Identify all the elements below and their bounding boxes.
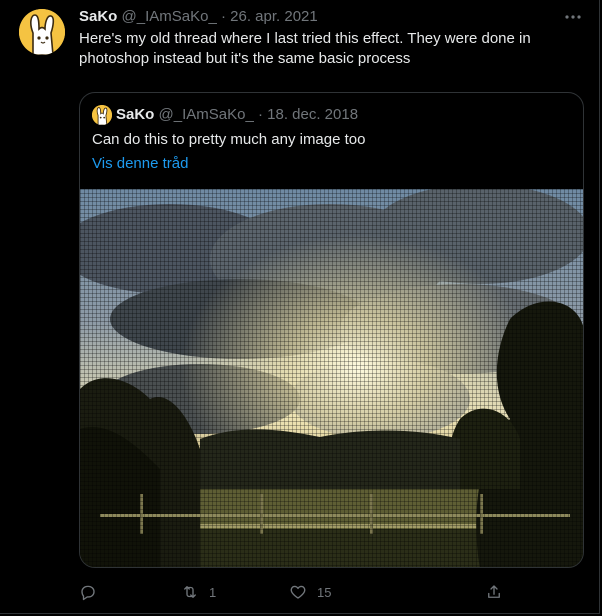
rabbit-avatar-icon (19, 9, 65, 55)
retweet-count: 1 (209, 584, 217, 600)
reply-button[interactable] (79, 580, 107, 604)
quoted-author-handle: @_IAmSaKo_ (158, 106, 254, 123)
retweet-icon (184, 586, 196, 598)
header-separator: · (220, 8, 226, 25)
more-dots-icon (565, 15, 581, 19)
like-button[interactable]: 15 (289, 580, 331, 604)
tweet-text: Here's my old thread where I last tried … (79, 30, 531, 67)
share-button[interactable] (485, 580, 503, 604)
more-options-button[interactable] (563, 8, 583, 26)
tweet-header: SaKo @_IAmSaKo_ · 26. apr. 2021 (79, 8, 318, 26)
show-thread-link[interactable]: Vis denne tråd (92, 154, 188, 174)
rabbit-avatar-icon (92, 105, 112, 125)
share-icon (488, 585, 500, 598)
author-display-name[interactable]: SaKo (79, 8, 117, 25)
quoted-author-avatar (92, 105, 112, 125)
retweet-button[interactable]: 1 (181, 580, 216, 604)
heart-icon (290, 585, 306, 599)
quoted-tweet-header: SaKo @_IAmSaKo_ · 18. dec. 2018 (116, 106, 358, 124)
author-handle[interactable]: @_IAmSaKo_ (122, 8, 217, 25)
quoted-tweet[interactable]: SaKo @_IAmSaKo_ · 18. dec. 2018 Can do t… (79, 92, 584, 568)
like-count: 15 (317, 584, 332, 600)
quoted-tweet-text: Can do this to pretty much any image too (92, 131, 366, 148)
quoted-tweet-date: 18. dec. 2018 (267, 106, 359, 123)
tweet-date[interactable]: 26. apr. 2021 (230, 8, 318, 25)
pixelated-sunset-landscape (80, 189, 583, 567)
quoted-tweet-image[interactable] (80, 189, 583, 567)
tweet-actions: 1 15 (79, 580, 504, 604)
author-avatar[interactable] (19, 9, 65, 55)
reply-icon (81, 585, 95, 601)
quoted-header-separator: · (257, 106, 263, 123)
quoted-author-display-name: SaKo (116, 106, 155, 123)
tweet: SaKo @_IAmSaKo_ · 26. apr. 2021 Here's m… (0, 0, 600, 614)
